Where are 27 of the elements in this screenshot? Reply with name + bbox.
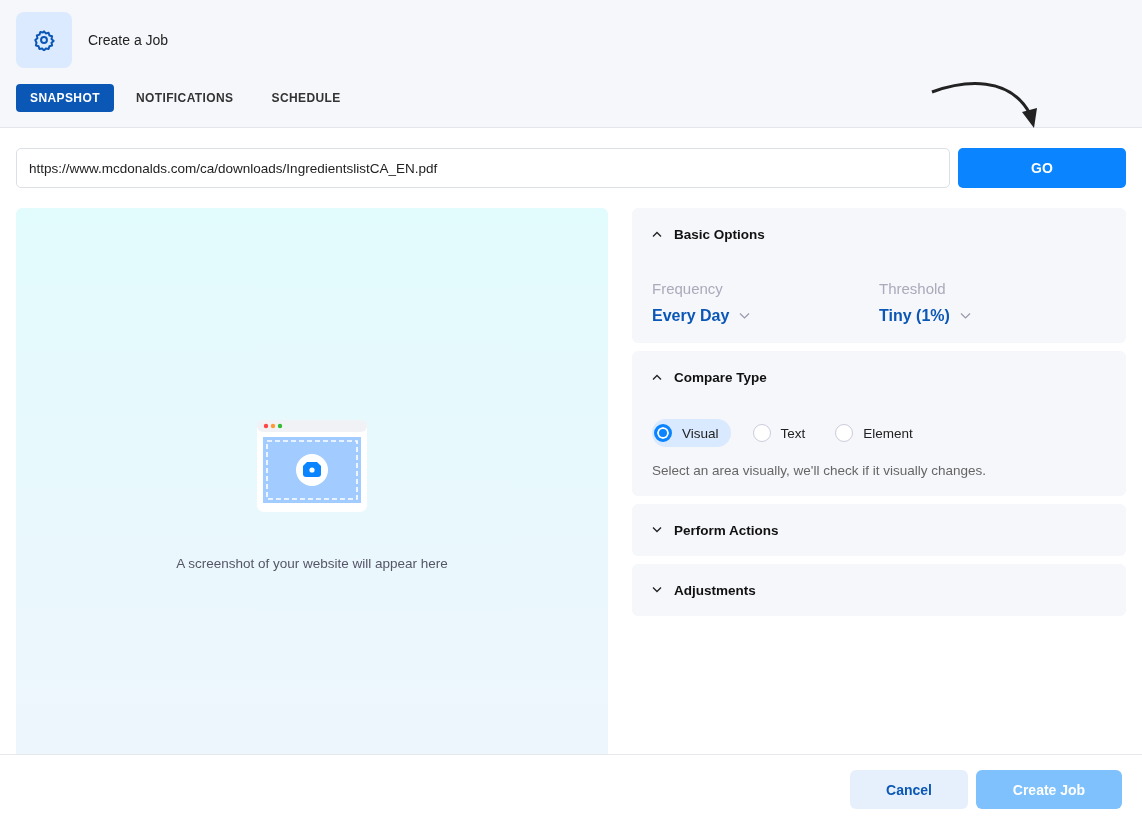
settings-icon xyxy=(33,29,55,51)
section-header[interactable]: Compare Type xyxy=(632,351,787,403)
dropdown[interactable]: Every Day xyxy=(652,307,751,325)
section-header[interactable]: Perform Actions xyxy=(632,504,799,556)
section-header[interactable]: Adjustments xyxy=(632,564,776,616)
preview-caption: A screenshot of your website will appear here xyxy=(176,556,448,571)
radio-option[interactable]: Text xyxy=(750,419,814,447)
go-button[interactable]: GO xyxy=(958,148,1126,188)
field-label: Threshold xyxy=(879,280,947,297)
chevron-icon xyxy=(652,374,662,380)
dropdown[interactable]: Tiny (1%) xyxy=(879,307,971,325)
chevron-icon xyxy=(652,231,662,237)
chevron-icon xyxy=(739,313,751,319)
chevron-icon xyxy=(652,527,662,533)
hint-text: Select an area visually, we'll check if it visually changes. xyxy=(652,463,987,478)
url-field[interactable]: https://www.mcdonalds.com/ca/downloads/IngredientslistCA_EN.pdf xyxy=(16,148,950,188)
tab[interactable]: NOTIFICATIONS xyxy=(119,84,250,112)
radio-option[interactable]: Element xyxy=(833,419,921,447)
radio-option[interactable]: Visual xyxy=(652,419,731,447)
section-header[interactable]: Basic Options xyxy=(632,208,785,260)
chevron-icon xyxy=(959,313,971,319)
tab[interactable]: SNAPSHOT xyxy=(16,84,114,112)
cancel-button[interactable]: Cancel xyxy=(850,770,968,809)
field-label: Frequency xyxy=(652,280,724,297)
chevron-icon xyxy=(652,587,662,593)
tab[interactable]: SCHEDULE xyxy=(255,84,357,112)
page-title: Create a Job xyxy=(88,32,169,48)
